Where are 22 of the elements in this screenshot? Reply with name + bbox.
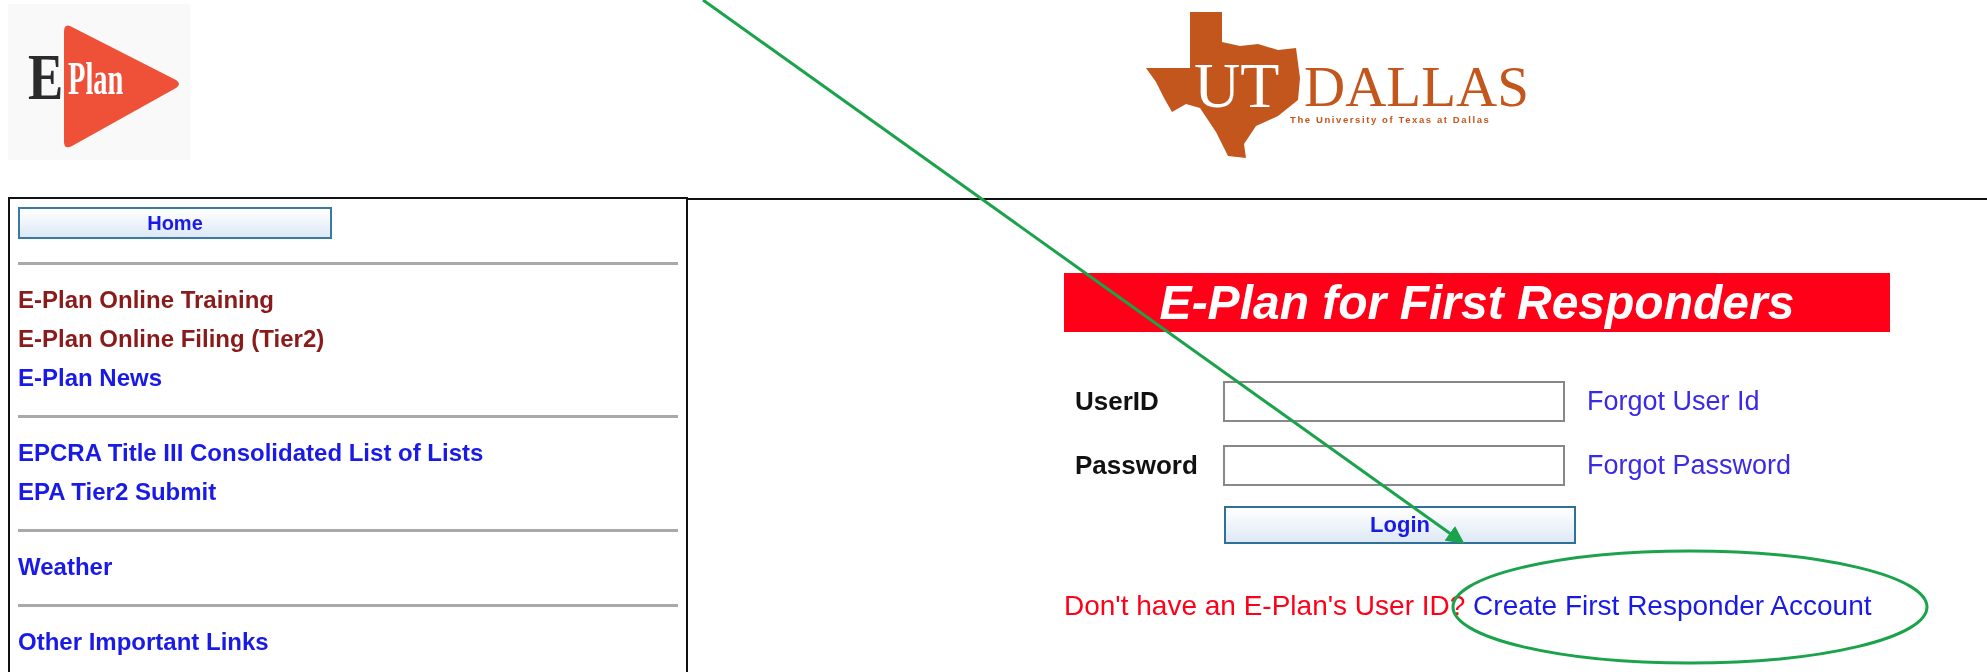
home-button[interactable]: Home: [18, 207, 332, 239]
sidebar-link[interactable]: Weather: [18, 552, 113, 581]
field-label: UserID: [1074, 385, 1160, 417]
field-label: Password: [1074, 449, 1199, 481]
sidebar-link[interactable]: Other Important Links: [18, 627, 269, 656]
input-field[interactable]: [1223, 444, 1565, 486]
logo-subtitle: The University of Texas at Dallas: [1290, 114, 1491, 125]
login-button[interactable]: Login: [1224, 506, 1576, 544]
forgot-link[interactable]: Forgot User Id: [1587, 385, 1760, 417]
input-field[interactable]: [1223, 380, 1565, 422]
signup-link[interactable]: Create First Responder Account: [1473, 590, 1872, 621]
forgot-link[interactable]: Forgot Password: [1587, 449, 1792, 481]
page-title-banner: E-Plan for First Responders: [1064, 273, 1890, 332]
sidebar-link[interactable]: E-Plan Online Training: [18, 285, 275, 314]
sidebar-link[interactable]: E-Plan Online Filing (Tier2): [18, 324, 325, 353]
logo-word: Plan: [68, 56, 124, 102]
sidebar-link[interactable]: E-Plan News: [18, 363, 163, 392]
sidebar-link[interactable]: EPA Tier2 Submit: [18, 477, 217, 506]
logo-letter: E: [28, 44, 64, 110]
logo-initials: UT: [1194, 54, 1280, 118]
sidebar-link[interactable]: EPCRA Title III Consolidated List of Lists: [18, 438, 484, 467]
logo-name: DALLAS: [1304, 58, 1529, 115]
